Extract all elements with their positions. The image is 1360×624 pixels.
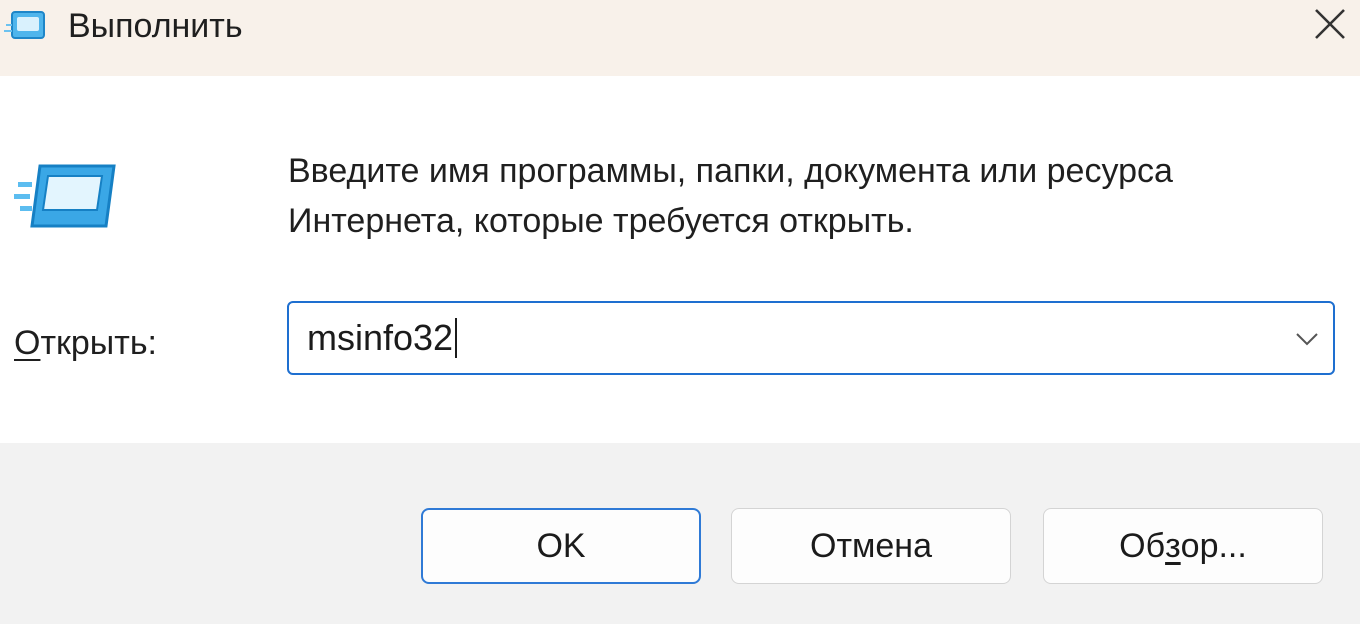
title-bar: Выполнить	[0, 0, 1360, 76]
run-dialog: Выполнить Введите имя программы, папки, …	[0, 0, 1360, 624]
text-caret	[455, 318, 458, 358]
instruction-text: Введите имя программы, папки, документа …	[288, 152, 1173, 240]
run-app-icon	[4, 11, 45, 39]
ok-button[interactable]: OK	[421, 508, 701, 584]
close-icon	[1315, 9, 1345, 39]
close-button[interactable]	[1300, 0, 1360, 48]
browse-label-start: Об	[1119, 526, 1166, 565]
open-input-value: msinfo32	[307, 317, 454, 358]
open-label: Открыть:	[14, 318, 157, 368]
run-app-icon	[14, 164, 116, 228]
chevron-down-icon[interactable]	[1291, 323, 1323, 355]
open-input[interactable]: msinfo32	[289, 303, 1269, 373]
window-title: Выполнить	[68, 7, 243, 45]
browse-button[interactable]: Об з ор...	[1043, 508, 1323, 584]
browse-label-accelerator: з	[1165, 526, 1181, 565]
browse-label-end: ор...	[1180, 526, 1247, 565]
open-label-text: ткрыть:	[40, 324, 157, 362]
open-combobox[interactable]: msinfo32	[287, 301, 1335, 375]
cancel-button[interactable]: Отмена	[731, 508, 1011, 584]
open-label-accelerator: О	[14, 324, 41, 362]
